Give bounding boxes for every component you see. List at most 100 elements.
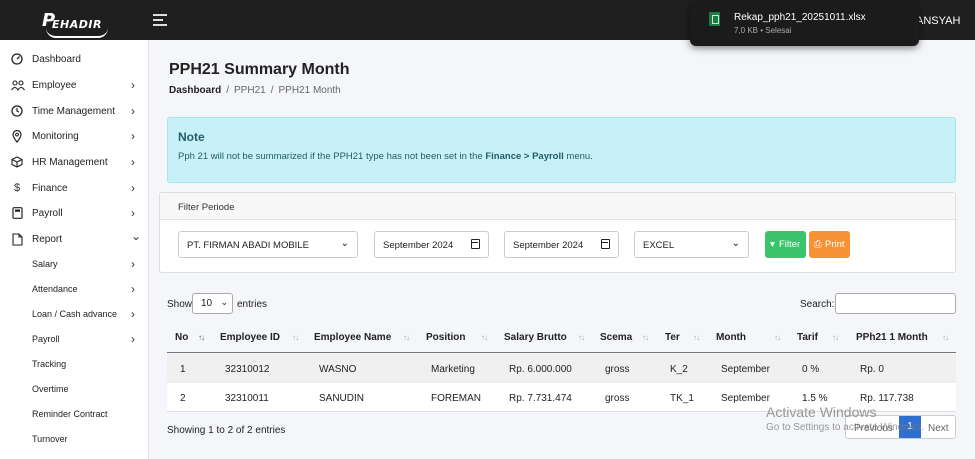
- chevron-down-icon: ⌄: [340, 238, 349, 249]
- sort-icon[interactable]: ↑↓: [642, 333, 649, 342]
- sidebar-item-report[interactable]: Report ⌄: [0, 229, 149, 251]
- file-icon: [11, 233, 23, 246]
- sort-icon[interactable]: ↑↓: [481, 333, 488, 342]
- sidebar-subitem-label: Turnover: [32, 434, 68, 444]
- filter-card: Filter Periode PT. FIRMAN ABADI MOBILE ⌄…: [159, 192, 956, 273]
- start-month-value: September 2024: [383, 240, 454, 251]
- activate-windows-subtitle: Go to Settings to activate Windows.: [766, 422, 924, 433]
- note-title: Note: [178, 130, 205, 144]
- cell-month: September: [721, 364, 770, 375]
- sidebar-subitem-label: Attendance: [32, 284, 78, 294]
- sidebar-subitem-label: Tracking: [32, 359, 67, 369]
- sidebar-subitem-payroll[interactable]: Payroll ›: [0, 329, 149, 351]
- filter-header: Filter Periode: [160, 193, 955, 220]
- search-input[interactable]: [835, 293, 956, 314]
- column-header-month[interactable]: Month: [716, 332, 746, 343]
- cell-pph21-month: Rp. 117.738: [860, 393, 914, 404]
- sort-icon[interactable]: ↑↓: [693, 333, 700, 342]
- table-info: Showing 1 to 2 of 2 entries: [167, 425, 286, 436]
- chevron-right-icon: ›: [131, 206, 135, 220]
- filter-button[interactable]: ▾ Filter: [765, 231, 806, 258]
- download-filename[interactable]: Rekap_pph21_20251011.xlsx: [734, 12, 866, 23]
- sidebar-subitem-label: Payroll: [32, 334, 60, 344]
- sidebar-item-time-management[interactable]: Time Management ›: [0, 101, 149, 123]
- chevron-right-icon: ›: [131, 332, 135, 346]
- sidebar-item-label: Report: [32, 234, 63, 245]
- cell-salary-brutto: Rp. 7.731.474: [509, 393, 572, 404]
- chevron-right-icon: ›: [131, 78, 135, 92]
- app-logo[interactable]: P EHADIR: [38, 6, 110, 38]
- sort-icon[interactable]: ↑↓: [198, 333, 205, 342]
- sidebar-item-monitoring[interactable]: Monitoring ›: [0, 126, 149, 148]
- sidebar-item-finance[interactable]: $ Finance ›: [0, 178, 149, 200]
- sidebar-item-hr-management[interactable]: HR Management ›: [0, 152, 149, 174]
- start-month-input[interactable]: September 2024: [374, 231, 489, 258]
- chevron-right-icon: ›: [131, 155, 135, 169]
- dashboard-icon: [11, 53, 23, 65]
- page-size-select[interactable]: 10 ⌄: [192, 293, 233, 314]
- column-header-tarif[interactable]: Tarif: [797, 332, 818, 343]
- note-alert: Note Pph 21 will not be summarized if th…: [167, 117, 956, 183]
- sidebar-subitem-tracking[interactable]: Tracking: [0, 354, 149, 376]
- sidebar-item-payroll[interactable]: Payroll ›: [0, 203, 149, 225]
- page-size-value: 10: [201, 298, 213, 309]
- chevron-right-icon: ›: [131, 129, 135, 143]
- print-button[interactable]: ⎙ Print: [809, 231, 850, 258]
- column-header-position[interactable]: Position: [426, 332, 465, 343]
- company-select[interactable]: PT. FIRMAN ABADI MOBILE ⌄: [178, 231, 358, 258]
- sidebar-subitem-reminder-contract[interactable]: Reminder Contract: [0, 404, 149, 426]
- sort-icon[interactable]: ↑↓: [774, 333, 781, 342]
- sidebar-subitem-loan[interactable]: Loan / Cash advance ›: [0, 304, 149, 326]
- cell-no: 1: [180, 364, 186, 375]
- cell-employee-id: 32310011: [225, 393, 269, 404]
- format-value: EXCEL: [643, 240, 675, 251]
- sort-icon[interactable]: ↑↓: [403, 333, 410, 342]
- column-header-employee-name[interactable]: Employee Name: [314, 332, 391, 343]
- sidebar-item-label: Time Management: [32, 106, 115, 117]
- column-header-employee-id[interactable]: Employee ID: [220, 332, 280, 343]
- calendar-icon[interactable]: [471, 239, 480, 249]
- menu-toggle-icon[interactable]: [153, 14, 167, 26]
- cell-employee-name: WASNO: [319, 364, 357, 375]
- sidebar-item-label: Payroll: [32, 208, 63, 219]
- column-header-salary-brutto[interactable]: Salary Brutto: [504, 332, 567, 343]
- sidebar-subitem-turnover[interactable]: Turnover: [0, 429, 149, 451]
- sidebar-item-label: Employee: [32, 80, 77, 91]
- cell-salary-brutto: Rp. 6.000.000: [509, 364, 572, 375]
- breadcrumb-pph21[interactable]: PPH21: [234, 85, 266, 96]
- sort-icon[interactable]: ↑↓: [578, 333, 585, 342]
- sort-icon[interactable]: ↑↓: [292, 333, 299, 342]
- sidebar-item-dashboard[interactable]: Dashboard: [0, 49, 149, 71]
- sidebar-item-label: HR Management: [32, 157, 108, 168]
- calendar-icon[interactable]: [601, 239, 610, 249]
- format-select[interactable]: EXCEL ⌄: [634, 231, 749, 258]
- sidebar-item-label: Dashboard: [32, 54, 81, 65]
- company-value: PT. FIRMAN ABADI MOBILE: [187, 240, 309, 251]
- sidebar-subitem-overtime[interactable]: Overtime: [0, 379, 149, 401]
- sidebar-subitem-attendance[interactable]: Attendance ›: [0, 279, 149, 301]
- cell-month: September: [721, 393, 770, 404]
- column-header-ter[interactable]: Ter: [665, 332, 680, 343]
- column-header-pph21-month[interactable]: PPh21 1 Month: [856, 332, 928, 343]
- activate-windows-title: Activate Windows: [766, 404, 877, 420]
- table-row[interactable]: 1 32310012 WASNO Marketing Rp. 6.000.000…: [167, 354, 956, 383]
- download-popup[interactable]: Rekap_pph21_20251011.xlsx 7,0 KB • Seles…: [690, 2, 919, 46]
- column-header-scema[interactable]: Scema: [600, 332, 632, 343]
- users-icon: [11, 79, 25, 92]
- end-month-input[interactable]: September 2024: [504, 231, 619, 258]
- printer-icon: ⎙: [814, 239, 822, 250]
- sidebar-subitem-label: Reminder Contract: [32, 409, 108, 419]
- chevron-down-icon: ⌄: [131, 229, 142, 243]
- cell-tarif: 0 %: [802, 364, 820, 375]
- sort-icon[interactable]: ↑↓: [942, 333, 949, 342]
- show-label: Show: [167, 299, 193, 310]
- breadcrumb-dashboard[interactable]: Dashboard: [169, 85, 221, 96]
- sidebar-item-label: Finance: [32, 183, 68, 194]
- cell-ter: TK_1: [670, 393, 694, 404]
- sidebar-subitem-salary[interactable]: Salary ›: [0, 254, 149, 276]
- column-header-no[interactable]: No: [175, 332, 188, 343]
- sidebar-item-employee[interactable]: Employee ›: [0, 75, 149, 97]
- sort-icon[interactable]: ↑↓: [832, 333, 839, 342]
- user-name[interactable]: ANSYAH: [916, 15, 960, 27]
- next-page-button[interactable]: Next: [928, 423, 949, 434]
